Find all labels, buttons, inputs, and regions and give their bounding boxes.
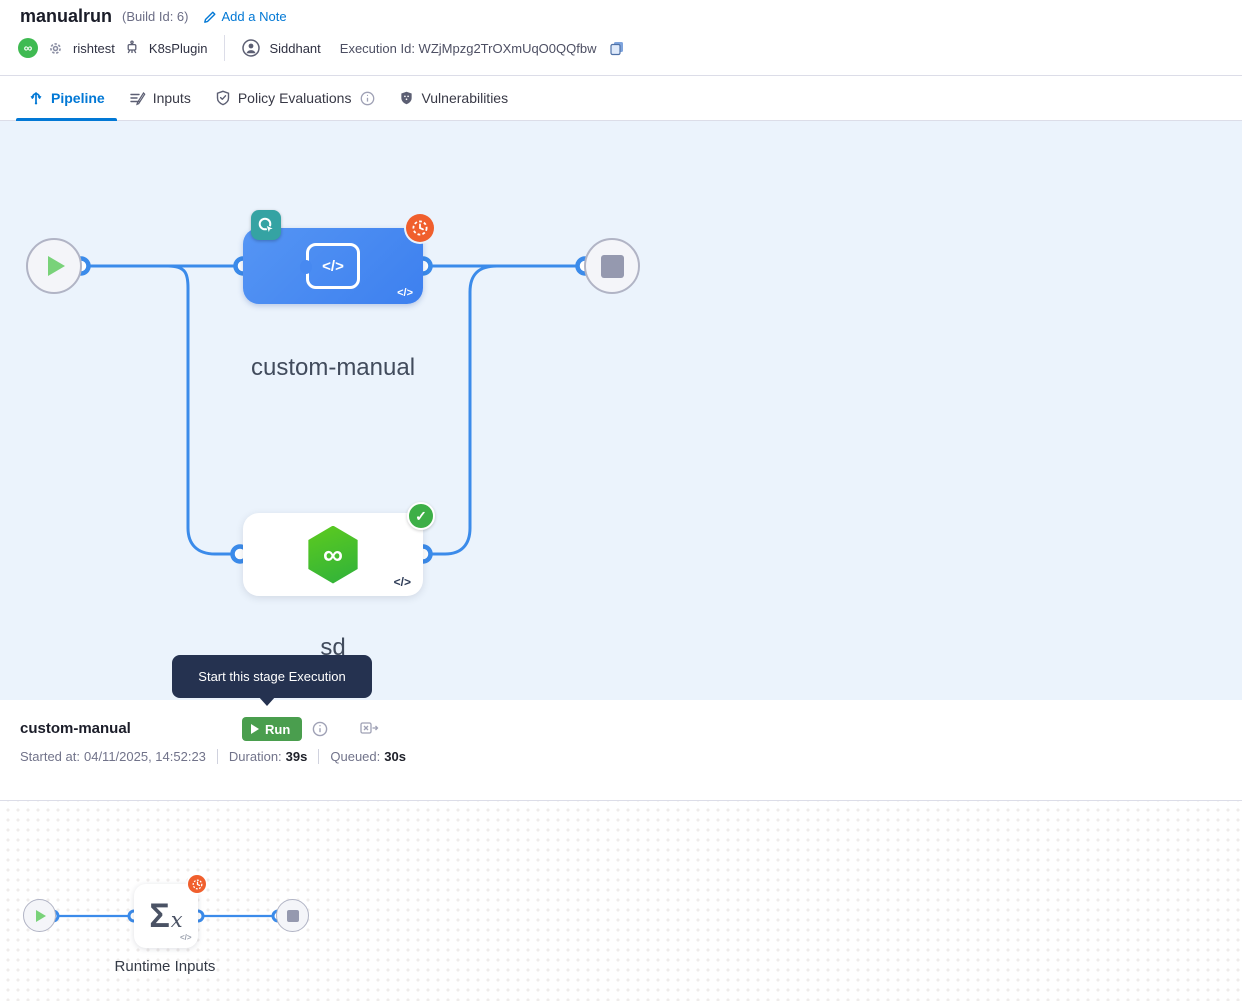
user-icon (242, 39, 260, 57)
stage-info-button[interactable] (312, 721, 328, 737)
pipeline-name[interactable]: rishtest (73, 41, 115, 56)
view-inputs-button[interactable] (360, 722, 379, 736)
execution-header: manualrun (Build Id: 6) Add a Note ∞ ris… (0, 0, 1242, 76)
queued-value: 30s (384, 749, 406, 764)
pipeline-connectors (0, 121, 1242, 700)
tab-pipeline[interactable]: Pipeline (16, 76, 117, 120)
inputs-icon (129, 90, 146, 106)
divider (224, 35, 225, 61)
code-tag: </> (397, 287, 413, 299)
plugin-name[interactable]: K8sPlugin (149, 41, 208, 56)
play-icon (251, 724, 259, 734)
timer-icon (191, 878, 204, 891)
runtime-inputs-label: Runtime Inputs (90, 958, 240, 975)
copy-icon[interactable] (609, 40, 625, 56)
divider (318, 749, 319, 764)
delegate-icon (124, 40, 140, 56)
manual-intervention-badge (251, 210, 281, 240)
icon-notch (300, 260, 312, 274)
stage-execution-graph: Σ x </> Runtime Inputs (0, 801, 1242, 1001)
duration-label: Duration: (229, 749, 282, 764)
triggered-by-user: Siddhant (269, 41, 320, 56)
gear-icon (47, 40, 64, 57)
build-id: (Build Id: 6) (122, 9, 188, 24)
execution-tabbar: Pipeline Inputs Policy Evaluations Vulne… (0, 76, 1242, 121)
divider (217, 749, 218, 764)
duration-value: 39s (286, 749, 308, 764)
harness-hexagon-icon: ∞ (305, 526, 361, 584)
pipeline-canvas: </> </> custom-manual sd ∞ </> ✓ Start t… (0, 121, 1242, 700)
harness-module-icon: ∞ (18, 38, 38, 58)
started-value: 04/11/2025, 14:52:23 (84, 749, 206, 764)
shield-icon (399, 90, 414, 106)
play-icon (36, 910, 46, 922)
timer-icon (410, 218, 430, 238)
stop-icon (287, 910, 299, 922)
started-label: Started at: (20, 749, 80, 764)
mini-start-node (23, 899, 56, 932)
tab-vulnerabilities[interactable]: Vulnerabilities (387, 76, 520, 120)
stage-node-harness[interactable]: ∞ </> (243, 513, 423, 596)
info-circle-icon (360, 91, 375, 106)
stage-label-custom-manual: custom-manual (203, 354, 463, 382)
waiting-status-badge (188, 875, 206, 893)
tab-inputs[interactable]: Inputs (117, 76, 203, 120)
pipeline-run-title: manualrun (20, 6, 112, 27)
run-tooltip: Start this stage Execution (172, 655, 372, 698)
queued-label: Queued: (330, 749, 380, 764)
pencil-icon (203, 10, 217, 24)
stop-icon (601, 255, 624, 278)
pipeline-start-node (26, 238, 82, 294)
tab-policy-evaluations[interactable]: Policy Evaluations (203, 76, 388, 120)
code-tag: </> (180, 933, 192, 942)
stage-meta-row: Started at: 04/11/2025, 14:52:23 Duratio… (20, 749, 406, 764)
execution-id: Execution Id: WZjMpzg2TrOXmUqO0QQfbw (340, 41, 597, 56)
shield-check-icon (215, 90, 231, 106)
mini-end-node (276, 899, 309, 932)
add-note-button[interactable]: Add a Note (203, 9, 287, 24)
run-stage-button[interactable]: Run (242, 717, 302, 741)
custom-stage-icon: </> (306, 243, 360, 289)
click-icon (257, 216, 276, 235)
play-icon (48, 256, 65, 276)
stage-name: custom-manual (20, 720, 131, 737)
tooltip-arrow (258, 696, 276, 706)
pipeline-icon (28, 90, 44, 106)
success-status-badge: ✓ (407, 502, 435, 530)
sigma-icon: Σ (149, 897, 169, 936)
waiting-status-badge (406, 214, 434, 242)
stage-details-panel: custom-manual Run Started at: 04/11/2025… (0, 700, 1242, 801)
pipeline-end-node (584, 238, 640, 294)
code-tag: </> (394, 575, 411, 589)
